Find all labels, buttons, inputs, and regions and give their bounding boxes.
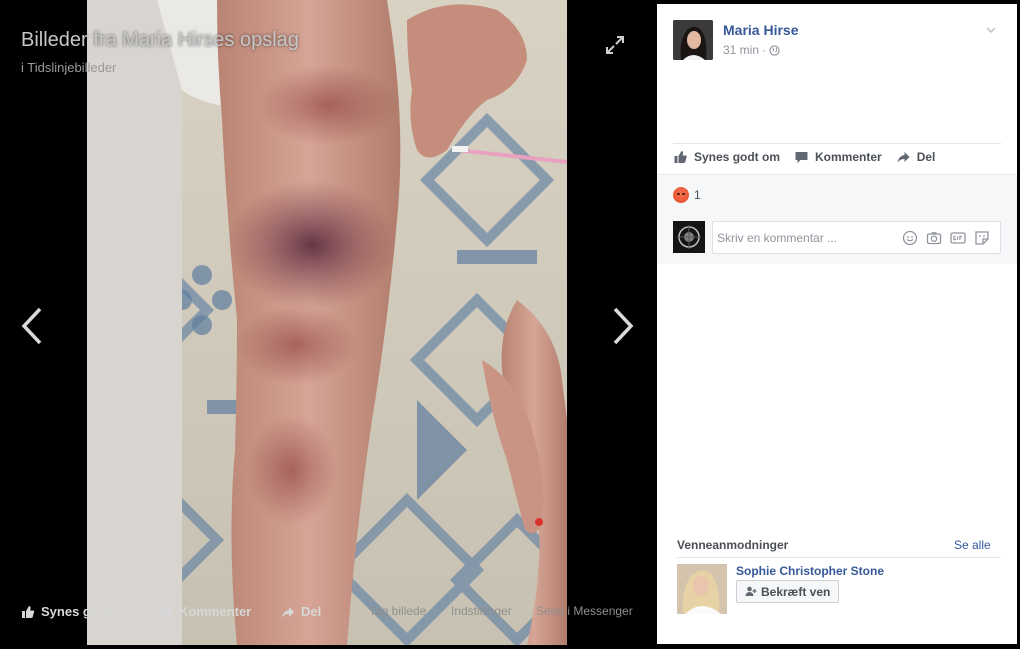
tag-photo-button[interactable]: Tag billede <box>369 604 426 618</box>
feedback-section: 1 <box>657 174 1017 264</box>
share-button[interactable]: Del <box>896 150 936 164</box>
comment-icon <box>795 152 808 163</box>
thumbs-up-icon <box>22 605 35 618</box>
comment-icon <box>160 606 172 618</box>
see-all-link[interactable]: Se alle <box>954 538 991 552</box>
globe-icon[interactable] <box>769 44 780 56</box>
reaction-count: 1 <box>694 188 701 202</box>
viewer-comment-label: Kommenter <box>179 604 252 619</box>
album-link[interactable]: i Tidslinjebilleder <box>21 60 116 75</box>
chevron-down-icon[interactable] <box>985 22 997 34</box>
comment-button[interactable]: Kommenter <box>794 150 882 164</box>
viewer-comment-button[interactable]: Kommenter <box>159 604 251 619</box>
commenter-avatar <box>673 221 705 253</box>
post-action-bar: Synes godt om Kommenter Del <box>673 150 935 164</box>
chevron-right-icon[interactable] <box>609 305 637 347</box>
emoji-icon[interactable] <box>902 230 918 246</box>
sticker-icon[interactable] <box>974 230 990 246</box>
meta-separator: · <box>762 43 767 57</box>
comment-box <box>712 221 1001 254</box>
expand-icon[interactable] <box>604 34 626 56</box>
comment-input[interactable] <box>717 222 897 253</box>
photo-image <box>87 0 567 645</box>
share-label: Del <box>916 150 936 164</box>
confirm-friend-button[interactable]: Bekræft ven <box>736 580 840 603</box>
share-icon <box>282 606 294 618</box>
divider <box>677 557 1001 558</box>
photo-viewer: Billeder fra Maria Hirses opslag i Tidsl… <box>0 0 657 649</box>
viewer-like-label: Synes godt om <box>41 604 135 619</box>
angry-reaction-icon <box>673 187 689 203</box>
confirm-friend-label: Bekræft ven <box>761 584 831 599</box>
request-name[interactable]: Sophie Christopher Stone <box>736 564 884 578</box>
friend-requests-title: Venneanmodninger <box>677 538 789 552</box>
bottom-border <box>0 645 1020 649</box>
viewer-share-button[interactable]: Del <box>281 604 321 619</box>
add-friend-icon <box>745 586 757 596</box>
post-meta: 31 min · <box>723 43 780 57</box>
share-icon <box>897 152 910 163</box>
reaction-summary[interactable]: 1 <box>673 187 701 203</box>
post-panel: Maria Hirse 31 min · Synes godt om Komme… <box>657 4 1017 644</box>
author-name[interactable]: Maria Hirse <box>723 22 798 38</box>
gif-icon[interactable] <box>950 230 966 246</box>
camera-icon[interactable] <box>926 230 942 246</box>
options-button[interactable]: Indstillinger <box>451 604 512 618</box>
divider <box>673 143 1001 144</box>
request-avatar[interactable] <box>677 564 727 614</box>
comment-label: Kommenter <box>815 150 882 164</box>
post-photo[interactable] <box>87 0 567 645</box>
thumbs-up-icon <box>674 151 687 163</box>
send-in-messenger-button[interactable]: Send i Messenger <box>536 604 633 618</box>
viewer-action-bar: Synes godt om Kommenter Del Tag billede … <box>0 600 657 624</box>
viewer-share-label: Del <box>301 604 322 619</box>
like-button[interactable]: Synes godt om <box>673 150 780 164</box>
like-label: Synes godt om <box>694 150 781 164</box>
author-avatar[interactable] <box>673 20 713 60</box>
chevron-left-icon[interactable] <box>18 305 46 347</box>
post-time[interactable]: 31 min <box>723 43 759 57</box>
viewer-title: Billeder fra Maria Hirses opslag <box>21 29 299 51</box>
viewer-like-button[interactable]: Synes godt om <box>21 604 134 619</box>
